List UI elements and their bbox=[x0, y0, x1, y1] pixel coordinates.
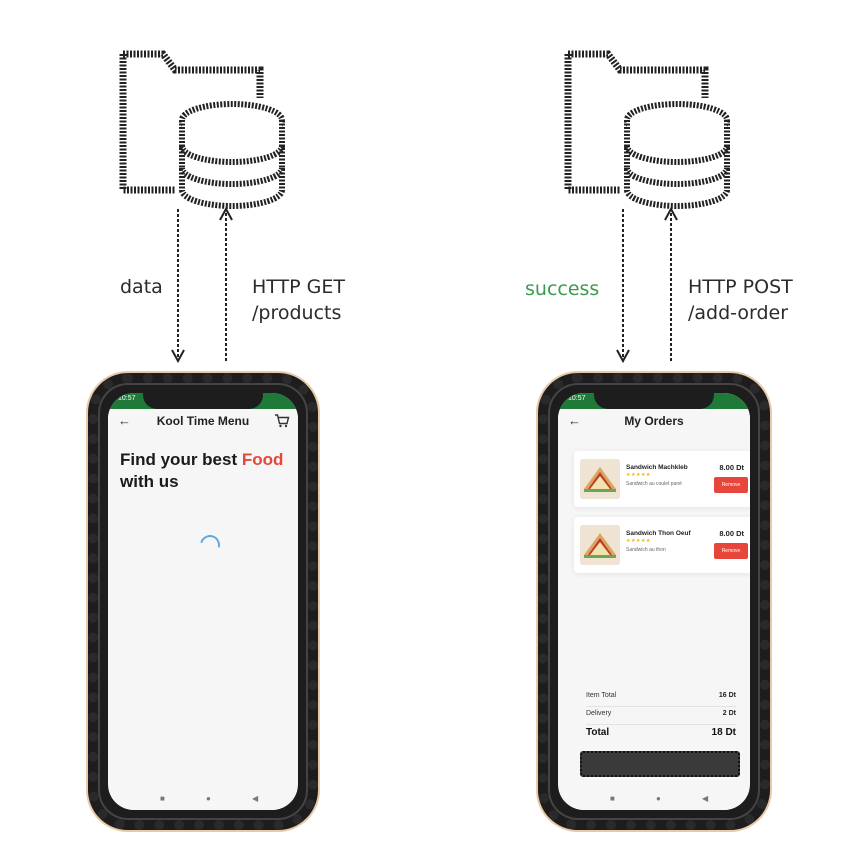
http-get-label: HTTP GET bbox=[252, 276, 345, 298]
storage-icon-right bbox=[564, 50, 730, 209]
headline-text-line2: with us bbox=[120, 472, 179, 491]
orders-screen: 10:57 ← My Orders Sandwich Machkleb ★★★★… bbox=[558, 393, 750, 810]
order-description: Sandwich au coulet pané bbox=[626, 481, 682, 487]
summary-value: 18 Dt bbox=[711, 727, 736, 738]
phone-notch bbox=[143, 393, 263, 409]
summary-value: 16 Dt bbox=[718, 692, 736, 699]
nav-back-icon[interactable]: ◀ bbox=[702, 794, 708, 803]
menu-headline: Find your best Food with us bbox=[120, 449, 283, 493]
summary-value: 2 Dt bbox=[722, 710, 736, 717]
arrow-down-left bbox=[171, 209, 185, 364]
rating-stars-icon: ★★★★★ bbox=[626, 538, 651, 544]
data-label: data bbox=[120, 276, 163, 298]
order-name: Sandwich Thon Oeuf bbox=[626, 530, 691, 537]
order-price: 8.00 Dt bbox=[719, 529, 744, 538]
remove-button[interactable]: Remove bbox=[714, 543, 748, 559]
products-endpoint-label: /products bbox=[252, 302, 342, 324]
headline-accent: Food bbox=[241, 450, 284, 469]
page-title: My Orders bbox=[624, 414, 684, 428]
storage-icon-left bbox=[119, 50, 285, 209]
headline-text: Find your best bbox=[120, 450, 242, 469]
success-label: success bbox=[525, 278, 600, 300]
phone-notch bbox=[594, 393, 714, 409]
status-time: 10:57 bbox=[568, 395, 586, 402]
checkout-button[interactable] bbox=[580, 751, 740, 777]
arrow-down-right bbox=[616, 209, 630, 364]
order-name: Sandwich Machkleb bbox=[626, 464, 688, 471]
summary-row-delivery: Delivery 2 Dt bbox=[586, 707, 736, 725]
status-time: 10:57 bbox=[118, 395, 136, 402]
nav-recents-icon[interactable]: ■ bbox=[160, 794, 165, 803]
order-card: Sandwich Thon Oeuf ★★★★★ Sandwich au tho… bbox=[574, 517, 750, 573]
system-nav-bar: ■ ● ◀ bbox=[108, 790, 298, 810]
app-bar: ← My Orders bbox=[558, 409, 750, 435]
arrow-up-right bbox=[664, 206, 678, 361]
loading-spinner-icon bbox=[196, 531, 224, 559]
nav-home-icon[interactable]: ● bbox=[656, 794, 661, 803]
order-description: Sandwich au thon bbox=[626, 547, 666, 553]
sandwich-image bbox=[580, 525, 620, 565]
app-bar: ← Kool Time Menu bbox=[108, 409, 298, 435]
phone-menu: 10:57 ← Kool Time Menu Find your best Fo… bbox=[88, 373, 318, 830]
remove-button[interactable]: Remove bbox=[714, 477, 748, 493]
nav-recents-icon[interactable]: ■ bbox=[610, 794, 615, 803]
menu-screen: 10:57 ← Kool Time Menu Find your best Fo… bbox=[108, 393, 298, 810]
page-title: Kool Time Menu bbox=[156, 414, 250, 428]
nav-back-icon[interactable]: ◀ bbox=[252, 794, 258, 803]
summary-label: Item Total bbox=[586, 692, 617, 699]
order-price: 8.00 Dt bbox=[719, 463, 744, 472]
http-post-label: HTTP POST bbox=[688, 276, 793, 298]
sandwich-image bbox=[580, 459, 620, 499]
add-order-endpoint-label: /add-order bbox=[688, 302, 789, 324]
summary-row-item-total: Item Total 16 Dt bbox=[586, 689, 736, 707]
rating-stars-icon: ★★★★★ bbox=[626, 472, 651, 478]
system-nav-bar: ■ ● ◀ bbox=[558, 790, 750, 810]
phone-orders: 10:57 ← My Orders Sandwich Machkleb ★★★★… bbox=[538, 373, 770, 830]
nav-home-icon[interactable]: ● bbox=[206, 794, 211, 803]
summary-label: Delivery bbox=[586, 710, 612, 717]
cart-icon[interactable] bbox=[274, 413, 290, 429]
order-card: Sandwich Machkleb ★★★★★ Sandwich au coul… bbox=[574, 451, 750, 507]
arrow-up-left bbox=[219, 206, 233, 361]
summary-label: Total bbox=[586, 727, 610, 738]
summary-row-total: Total 18 Dt bbox=[586, 725, 736, 743]
